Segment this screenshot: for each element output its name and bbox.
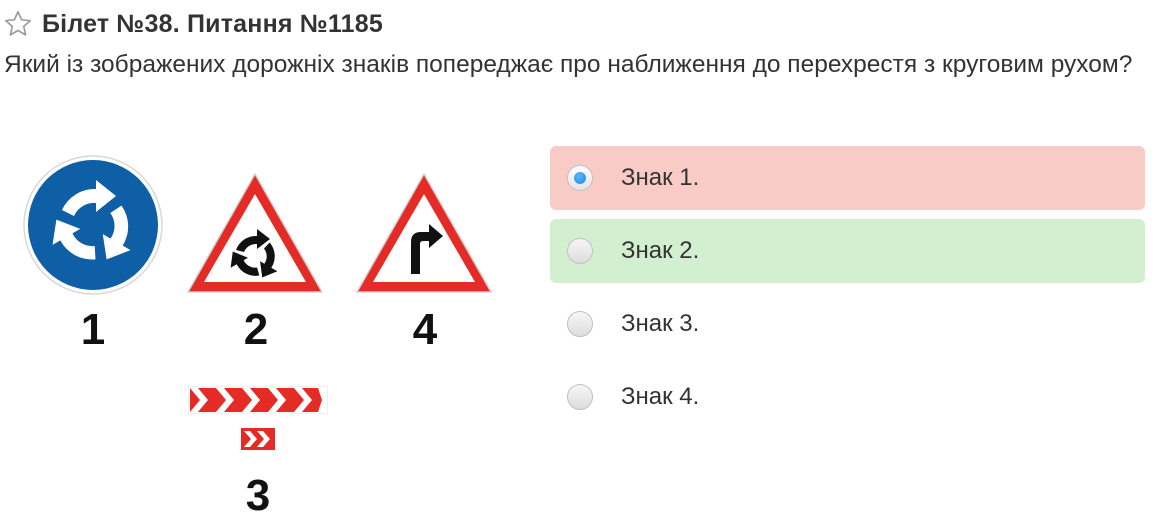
roundabout-mandatory-sign-icon xyxy=(23,155,163,295)
chevron-small-sign-icon xyxy=(241,428,275,450)
favorite-star-icon[interactable] xyxy=(0,6,36,42)
question-text: Який із зображених дорожніх знаків попер… xyxy=(4,51,1133,78)
roundabout-warning-sign-icon xyxy=(187,173,323,293)
radio-icon[interactable] xyxy=(567,384,593,410)
answer-list: Знак 1. Знак 2. Знак 3. Знак 4. xyxy=(550,146,1145,438)
answer-label: Знак 1. xyxy=(621,164,700,191)
answer-label: Знак 2. xyxy=(621,237,700,264)
chevron-direction-sign-icon xyxy=(188,386,328,414)
radio-icon[interactable] xyxy=(567,311,593,337)
answer-label: Знак 3. xyxy=(621,310,700,337)
answer-option-1[interactable]: Знак 1. xyxy=(550,146,1145,210)
dangerous-turn-sign-icon xyxy=(356,173,492,293)
radio-selected-icon[interactable] xyxy=(567,165,593,191)
radio-icon[interactable] xyxy=(567,238,593,264)
sign-number-4: 4 xyxy=(412,305,438,354)
answer-label: Знак 4. xyxy=(621,383,700,410)
sign-number-1: 1 xyxy=(80,305,106,354)
sign-number-2: 2 xyxy=(243,305,269,354)
answer-option-2[interactable]: Знак 2. xyxy=(550,219,1145,283)
ticket-title: Білет №38. Питання №1185 xyxy=(42,9,383,38)
question-header: Білет №38. Питання №1185 xyxy=(0,6,383,42)
sign-number-3: 3 xyxy=(245,471,271,520)
answer-option-4[interactable]: Знак 4. xyxy=(550,365,1145,429)
road-signs-image: 1 2 4 3 xyxy=(0,150,540,521)
answer-option-3[interactable]: Знак 3. xyxy=(550,292,1145,356)
